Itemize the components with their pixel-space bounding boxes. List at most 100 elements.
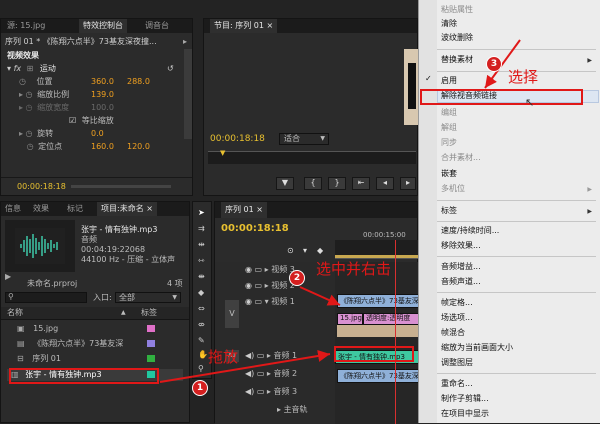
menu-item-audio-channels[interactable]: 音频声道... xyxy=(441,275,481,289)
tab-markers[interactable]: 标记 xyxy=(63,202,87,216)
step-forward-button[interactable]: } xyxy=(328,177,346,190)
prop-value-y[interactable]: 120.0 xyxy=(127,141,150,153)
pen-tool-icon[interactable]: ✎ xyxy=(198,336,205,345)
slip-tool-icon[interactable]: ⇔ xyxy=(198,304,205,313)
vertical-scrollbar[interactable] xyxy=(184,49,192,139)
track-master[interactable]: ▸ 主音轨 xyxy=(277,404,308,416)
program-timecode[interactable]: 00:00:18:18 xyxy=(210,133,265,145)
clip-video-1-opacity[interactable]: 透明度:透明度 xyxy=(363,313,419,325)
menu-item-label[interactable]: 标签 xyxy=(441,204,457,218)
menu-item-group[interactable]: 编组 xyxy=(441,106,457,120)
stopwatch-icon[interactable]: ◷ xyxy=(19,142,34,151)
tab-audio-mixer[interactable]: 调音台 xyxy=(141,19,173,33)
prop-position[interactable]: ◷ 位置 360.0 288.0 xyxy=(19,76,184,88)
tab-sequence[interactable]: 序列 01 × xyxy=(221,202,267,218)
prop-value[interactable]: 139.0 xyxy=(91,89,114,101)
play-icon[interactable]: ▶ xyxy=(5,272,11,281)
menu-item-merge-clips[interactable]: 合并素材... xyxy=(441,151,481,165)
chevron-right-icon[interactable]: ▸ xyxy=(183,37,187,46)
list-item[interactable]: ▣ 15.jpg xyxy=(7,323,183,335)
keyframe-icon[interactable]: ◆ xyxy=(317,246,323,255)
menu-item-ungroup[interactable]: 解组 xyxy=(441,121,457,135)
menu-item-frame-hold[interactable]: 帧定格... xyxy=(441,296,473,310)
menu-item-field-options[interactable]: 场选项... xyxy=(441,311,473,325)
search-input[interactable]: ⚲ xyxy=(5,292,87,303)
eye-icon[interactable]: ◉ ▭ xyxy=(245,265,262,274)
list-item[interactable]: ⊟ 序列 01 xyxy=(7,353,183,365)
menu-item-ripple-delete[interactable]: 波纹删除 xyxy=(441,31,473,45)
speaker-icon[interactable]: ◀) ▭ xyxy=(245,387,264,396)
go-to-in-button[interactable]: ⇤ xyxy=(352,177,370,190)
list-item[interactable]: ▤ 《陈翔六点半》73基友深 xyxy=(7,338,183,350)
mark-in-button[interactable]: ▼ xyxy=(276,177,294,190)
entry-select[interactable]: 全部 ▼ xyxy=(115,292,181,303)
program-timeline-ruler[interactable] xyxy=(208,151,416,164)
menu-item-remove-effects[interactable]: 移除效果... xyxy=(441,239,481,253)
motion-row[interactable]: ▾ fx ⊞ 运动 ↺ xyxy=(7,63,177,75)
tab-project[interactable]: 项目:未命名 × xyxy=(97,202,157,216)
target-video[interactable]: V xyxy=(225,300,239,328)
menu-item-scale-to-frame[interactable]: 缩放为当前画面大小 xyxy=(441,341,513,355)
fit-select[interactable]: 适合 ▼ xyxy=(279,133,329,145)
step-back-button[interactable]: { xyxy=(304,177,322,190)
stopwatch-icon[interactable]: ◷ xyxy=(19,77,26,86)
clip-audio-2[interactable]: 《陈翔六点半》73基友深 xyxy=(337,369,419,383)
track-audio-1[interactable]: ◀) ▭ ▸ 音频 1 xyxy=(245,350,297,362)
hand-tool-icon[interactable]: ✋ xyxy=(198,350,208,359)
playhead-line[interactable] xyxy=(395,240,396,424)
insert-button[interactable]: ▸ xyxy=(400,177,416,190)
tab-effect-controls[interactable]: 特效控制台 xyxy=(79,19,127,33)
expand-icon[interactable]: ▸ ◷ xyxy=(19,90,33,99)
prop-anchor-point[interactable]: ◷ 定位点 160.0 120.0 xyxy=(19,141,184,153)
speaker-icon[interactable]: ◀) ▭ xyxy=(245,351,264,360)
prop-scale[interactable]: ▸ ◷ 缩放比例 139.0 xyxy=(19,89,184,101)
col-name-header[interactable]: 名称 xyxy=(7,307,23,319)
menu-item-speed-duration[interactable]: 速度/持续时间... xyxy=(441,224,499,238)
menu-item-nest[interactable]: 嵌套 xyxy=(441,167,457,181)
track-video-2[interactable]: ◉ ▭ ▸ 视频 2 xyxy=(245,280,295,292)
expand-icon[interactable]: ▸ ◷ xyxy=(19,129,33,138)
rate-stretch-tool-icon[interactable]: ⇼ xyxy=(198,272,205,281)
track-audio-3[interactable]: ◀) ▭ ▸ 音频 3 xyxy=(245,386,297,398)
tab-source[interactable]: 源: 15.jpg xyxy=(3,19,49,33)
track-audio-2[interactable]: ◀) ▭ ▸ 音频 2 xyxy=(245,368,297,380)
razor-tool-icon[interactable]: ◆ xyxy=(198,288,204,297)
track-video-1[interactable]: ◉ ▭ ▾ 视频 1 xyxy=(245,296,295,308)
tab-program[interactable]: 节目: 序列 01 × xyxy=(210,19,278,33)
settings-button[interactable]: ◂ xyxy=(376,177,394,190)
prop-value-x[interactable]: 160.0 xyxy=(91,141,114,153)
effect-zoom-slider[interactable] xyxy=(71,185,171,188)
tab-effects[interactable]: 效果 xyxy=(29,202,53,216)
tab-info[interactable]: 信息 xyxy=(1,202,25,216)
speaker-icon[interactable]: ◀) ▭ xyxy=(245,369,264,378)
prop-value[interactable]: 0.0 xyxy=(91,128,104,140)
menu-item-frame-blend[interactable]: 帧混合 xyxy=(441,326,465,340)
menu-item-reveal-in-project[interactable]: 在项目中显示 xyxy=(441,407,489,421)
prop-rotation[interactable]: ▸ ◷ 旋转 0.0 xyxy=(19,128,184,140)
prop-value-y[interactable]: 288.0 xyxy=(127,76,150,88)
clip-video-2[interactable]: 《陈翔六点半》73基友深 xyxy=(337,294,419,308)
slide-tool-icon[interactable]: ⇎ xyxy=(198,320,205,329)
menu-item-paste-attributes[interactable]: 粘贴属性 xyxy=(441,3,473,17)
effect-timecode[interactable]: 00:00:18:18 xyxy=(17,181,66,193)
eye-icon[interactable]: ◉ ▭ xyxy=(245,281,262,290)
menu-item-multi-camera[interactable]: 多机位 xyxy=(441,182,465,196)
menu-item-replace-footage[interactable]: 替换素材 xyxy=(441,53,473,67)
track-video-3[interactable]: ◉ ▭ ▸ 视频 3 xyxy=(245,264,295,276)
track-select-tool-icon[interactable]: ⇉ xyxy=(198,224,205,233)
marker-icon[interactable]: ▾ xyxy=(303,246,307,255)
zoom-tool-icon[interactable]: ⚲ xyxy=(198,364,204,373)
menu-item-clear[interactable]: 清除 xyxy=(441,17,457,31)
checkbox-checked-icon[interactable]: ☑ xyxy=(69,116,76,125)
snap-icon[interactable]: ⊙ xyxy=(287,246,294,255)
playhead-marker-icon[interactable]: ▼ xyxy=(220,149,225,157)
menu-item-audio-gain[interactable]: 音频增益... xyxy=(441,260,481,274)
menu-item-synchronize[interactable]: 同步 xyxy=(441,136,457,150)
ripple-edit-tool-icon[interactable]: ⇹ xyxy=(198,240,205,249)
menu-item-adjustment-layer[interactable]: 调整图层 xyxy=(441,356,473,370)
clip-video-1-image[interactable]: 15.jpg xyxy=(337,313,363,325)
selection-tool-icon[interactable]: ➤ xyxy=(198,208,205,217)
rolling-edit-tool-icon[interactable]: ⇿ xyxy=(198,256,205,265)
reset-icon[interactable]: ↺ xyxy=(167,63,174,75)
menu-item-rename[interactable]: 重命名... xyxy=(441,377,473,391)
